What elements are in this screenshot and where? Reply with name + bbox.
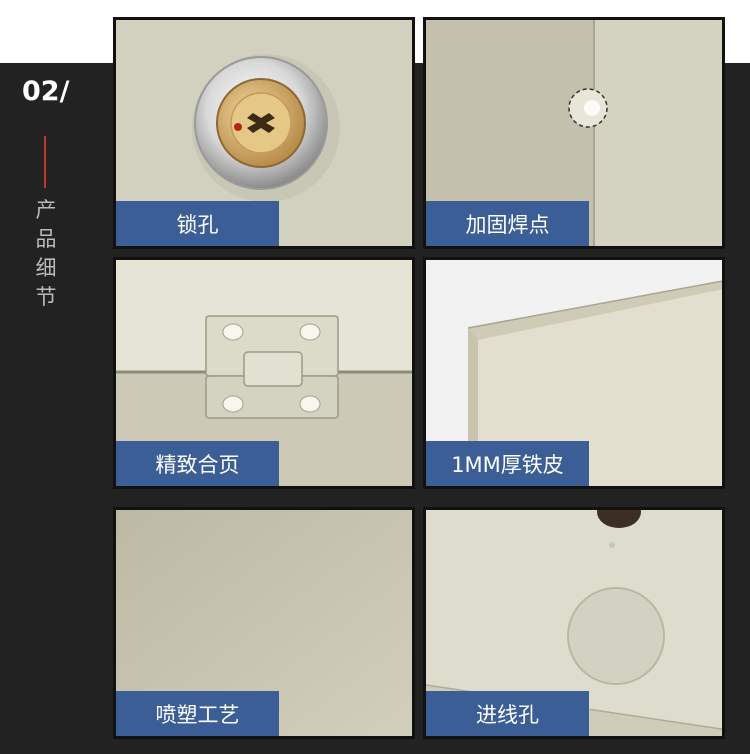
caption-weld: 加固焊点: [426, 201, 589, 246]
section-number: 02/: [22, 76, 70, 107]
section-title-char: 品: [35, 227, 57, 251]
caption-hinge: 精致合页: [116, 441, 279, 486]
detail-panel-coating: 喷塑工艺: [113, 507, 415, 739]
detail-panel-cable-hole: 进线孔: [423, 507, 725, 739]
caption-coating: 喷塑工艺: [116, 691, 279, 736]
detail-panel-sheet: 1MM厚铁皮: [423, 257, 725, 489]
accent-divider: [44, 136, 46, 188]
detail-panel-lock: 锁孔: [113, 17, 415, 249]
section-title-char: 细: [35, 256, 57, 280]
detail-panel-weld: 加固焊点: [423, 17, 725, 249]
caption-cable-hole: 进线孔: [426, 691, 589, 736]
section-title-char: 产: [35, 198, 57, 222]
detail-panel-hinge: 精致合页: [113, 257, 415, 489]
caption-lock: 锁孔: [116, 201, 279, 246]
section-title: 产 品 细 节: [33, 196, 59, 312]
section-title-char: 节: [35, 285, 57, 309]
caption-sheet: 1MM厚铁皮: [426, 441, 589, 486]
